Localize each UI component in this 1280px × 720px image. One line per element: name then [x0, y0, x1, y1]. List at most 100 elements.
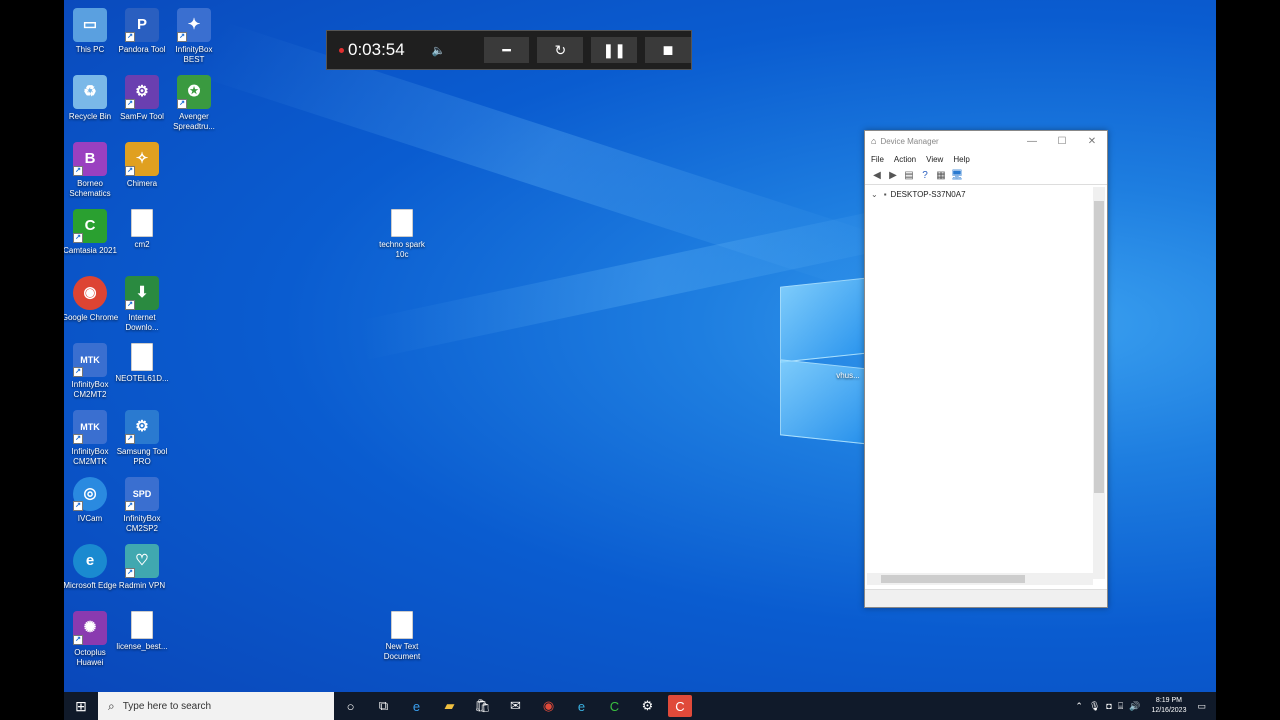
help-icon[interactable]: ? — [917, 170, 933, 181]
borneo-icon: B ↗ — [73, 142, 107, 176]
desktop-icon-samsung-tool[interactable]: ⚙ ↗ Samsung Tool PRO — [112, 410, 172, 467]
screen-recorder-bar: 0:03:54 🔈 ━ ↻ ❚❚ ■ — [326, 30, 692, 70]
search-icon: ⌕ — [108, 698, 115, 713]
file-explorer-button[interactable]: ▰ — [433, 692, 466, 720]
device-manager-icon: ⌂ — [871, 136, 877, 146]
camtasia-recorder-taskbar-button[interactable]: C — [668, 695, 692, 717]
notifications-icon[interactable]: ▭ — [1197, 701, 1206, 712]
chrome-icon: ◉ — [73, 276, 107, 310]
toolbar: ◀ ▶ ▤ ? ▦ 🖥 — [865, 167, 1107, 185]
avenger-icon: ✪ ↗ — [177, 75, 211, 109]
microphone-icon[interactable]: 🎙 — [1089, 701, 1100, 712]
back-arrow-icon[interactable]: ◀ — [869, 170, 885, 181]
desktop-icon-infinitybox-best[interactable]: ✦ ↗ InfinityBox BEST — [164, 8, 224, 65]
infinitybox-icon: MTK ↗ — [73, 343, 107, 377]
desktop-icon-radmin[interactable]: ♡ ↗ Radmin VPN — [112, 544, 172, 591]
desktop-icon-techno-spark[interactable]: techno spark 10c — [372, 209, 432, 260]
file-icon — [838, 346, 858, 368]
text-file-icon — [391, 209, 413, 237]
text-file-icon — [131, 209, 153, 237]
edge-dev-taskbar-button[interactable]: e — [565, 692, 598, 720]
radmin-vpn-icon: ♡ ↗ — [125, 544, 159, 578]
desktop-icon-samfw[interactable]: ⚙ ↗ SamFw Tool — [112, 75, 172, 122]
start-button[interactable]: ⊞ — [64, 698, 98, 715]
camera-icon[interactable]: ◘ — [1106, 701, 1111, 711]
desktop-icon-neotel[interactable]: NEOTEL61D... — [112, 343, 172, 384]
forward-arrow-icon[interactable]: ▶ — [885, 170, 901, 181]
webcam-icon: ◎ ↗ — [73, 477, 107, 511]
text-file-icon — [131, 343, 153, 371]
octoplus-icon: ✺ ↗ — [73, 611, 107, 645]
desktop-icon-cm2[interactable]: cm2 — [112, 209, 172, 250]
samsung-tool-icon: ⚙ ↗ — [125, 410, 159, 444]
text-file-icon — [131, 611, 153, 639]
device-manager-window: ⌂ Device Manager — ☐ ✕ File Action View … — [864, 130, 1108, 608]
recycle-bin-icon: ♻ — [73, 75, 107, 109]
title-bar[interactable]: ⌂ Device Manager — ☐ ✕ — [865, 131, 1107, 151]
maximize-button[interactable]: ☐ — [1047, 136, 1077, 147]
minimize-button[interactable]: — — [1017, 136, 1047, 147]
download-manager-icon: ⬇ ↗ — [125, 276, 159, 310]
cortana-button[interactable]: ○ — [334, 692, 367, 720]
desktop-icon-avenger[interactable]: ✪ ↗ Avenger Spreadtru... — [164, 75, 224, 132]
desktop-icon-new-text-document[interactable]: New Text Document — [372, 611, 432, 662]
desktop-icon-vhus[interactable]: vhus... — [828, 346, 868, 381]
computer-icon: ▪ — [883, 190, 887, 199]
task-view-button[interactable]: ⧉ — [367, 692, 400, 720]
clock[interactable]: 8:19 PM 12/16/2023 — [1151, 696, 1186, 716]
infinitybox-icon: MTK ↗ — [73, 410, 107, 444]
horizontal-scroll-thumb[interactable] — [881, 575, 1025, 583]
recording-timer: 0:03:54 — [347, 40, 405, 59]
close-button[interactable]: ✕ — [1077, 136, 1107, 147]
volume-icon[interactable]: 🔈 — [426, 37, 452, 63]
desktop-icon-license[interactable]: license_best... — [112, 611, 172, 652]
desktop-icon-pandora[interactable]: P ↗ Pandora Tool — [112, 8, 172, 55]
edge-icon: e — [73, 544, 107, 578]
menu-bar: File Action View Help — [865, 151, 1107, 167]
vertical-scroll-thumb[interactable] — [1094, 201, 1104, 493]
desktop: ▭ This PC P ↗ Pandora Tool ✦ ↗ InfinityBox… — [64, 0, 1216, 720]
stop-recording-button[interactable]: ■ — [645, 37, 692, 63]
properties-icon[interactable]: ▤ — [901, 170, 917, 181]
device-tree: ⌄ ▪ DESKTOP-S37N0A7 — [867, 187, 1093, 579]
chimera-icon: ✧ ↗ — [125, 142, 159, 176]
horizontal-scrollbar[interactable] — [867, 573, 1093, 585]
infinitybox-icon: ✦ ↗ — [177, 8, 211, 42]
camtasia-icon: C ↗ — [73, 209, 107, 243]
store-button[interactable]: 🛍 — [466, 692, 499, 720]
pause-recording-button[interactable]: ❚❚ — [591, 37, 638, 63]
network-icon[interactable]: ⌸ — [1118, 701, 1123, 712]
speaker-icon[interactable]: 🔊 — [1129, 701, 1140, 712]
chrome-taskbar-button[interactable]: ◉ — [532, 692, 565, 720]
menu-help[interactable]: Help — [953, 155, 969, 164]
computer-icon: ▭ — [73, 8, 107, 42]
system-tray: ⌃ 🎙 ◘ ⌸ 🔊 8:19 PM 12/16/2023 ▭ — [1072, 692, 1216, 720]
menu-action[interactable]: Action — [894, 155, 916, 164]
samfw-icon: ⚙ ↗ — [125, 75, 159, 109]
chevron-up-icon[interactable]: ⌃ — [1075, 701, 1083, 712]
menu-view[interactable]: View — [926, 155, 943, 164]
minimize-recorder-button[interactable]: ━ — [483, 37, 530, 63]
device-manager-taskbar-button[interactable]: ⚙ — [631, 692, 664, 720]
menu-file[interactable]: File — [871, 155, 884, 164]
scan-hardware-icon[interactable]: 🖥 — [949, 170, 965, 181]
infinitybox-icon: SPD ↗ — [125, 477, 159, 511]
tree-root[interactable]: ⌄ ▪ DESKTOP-S37N0A7 — [867, 187, 1093, 202]
status-bar — [865, 589, 1107, 607]
camtasia-taskbar-button[interactable]: C — [598, 692, 631, 720]
desktop-icon-idm[interactable]: ⬇ ↗ Internet Downlo... — [112, 276, 172, 333]
mail-button[interactable]: ✉ — [499, 692, 532, 720]
restart-recording-button[interactable]: ↻ — [537, 37, 584, 63]
search-placeholder: Type here to search — [122, 700, 212, 712]
pandora-icon: P ↗ — [125, 8, 159, 42]
window-title: Device Manager — [880, 136, 939, 146]
search-box[interactable]: ⌕ Type here to search — [98, 692, 334, 720]
show-hidden-icon[interactable]: ▦ — [933, 170, 949, 181]
taskbar: ⊞ ⌕ Type here to search ○ ⧉ e ▰ 🛍 ✉ ◉ e … — [64, 692, 1216, 720]
desktop-icon-chimera[interactable]: ✧ ↗ Chimera — [112, 142, 172, 189]
desktop-icon-infinitybox-cm2sp2[interactable]: SPD ↗ InfinityBox CM2SP2 — [112, 477, 172, 534]
recording-indicator-icon — [339, 47, 344, 53]
chevron-down-icon[interactable]: ⌄ — [871, 190, 878, 199]
text-file-icon — [391, 611, 413, 639]
edge-taskbar-button[interactable]: e — [400, 692, 433, 720]
